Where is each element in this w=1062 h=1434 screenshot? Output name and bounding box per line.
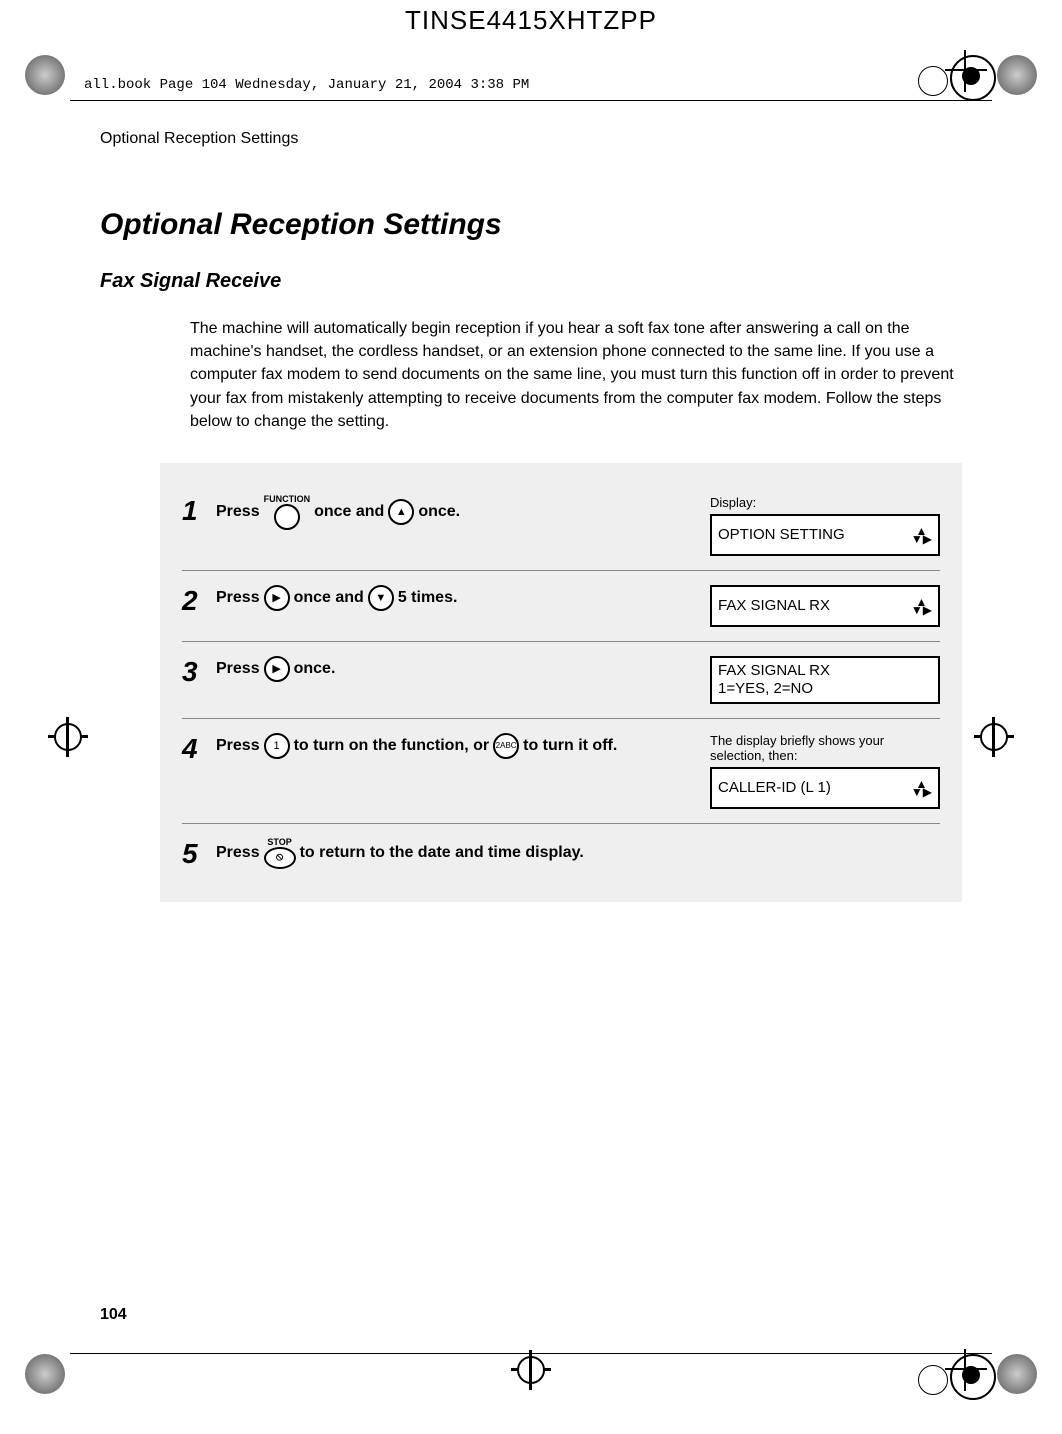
step-text: once. — [418, 503, 460, 521]
step-text: once and — [314, 503, 384, 521]
step-row: 4 Press 1 to turn on the function, or 2A… — [182, 719, 940, 824]
step-number: 4 — [182, 733, 216, 765]
registration-bullseye-icon — [950, 55, 992, 97]
step-body: Press ▶ once and ▼ 5 times. — [216, 585, 710, 611]
registration-marks-top — [0, 45, 1062, 105]
function-circle-icon — [274, 504, 300, 530]
step-row: 1 Press FUNCTION once and ▲ once. Displa… — [182, 481, 940, 571]
registration-pair-right — [918, 1354, 992, 1396]
stop-button-icon: STOP ⦸ — [264, 838, 296, 869]
step-body: Press FUNCTION once and ▲ once. — [216, 495, 710, 530]
right-arrow-icon: ▶ — [264, 656, 290, 682]
registration-dot-icon — [997, 55, 1037, 95]
stop-ellipse-icon: ⦸ — [264, 847, 296, 869]
step-text: to return to the date and time display. — [300, 844, 584, 862]
lcd-display: CALLER-ID (L 1) ▲▼▶ — [710, 767, 940, 809]
registration-dot-icon — [25, 1354, 65, 1394]
registration-cross-icon — [950, 1354, 982, 1386]
step-text: Press — [216, 589, 260, 607]
step-text: Press — [216, 844, 260, 862]
step-number: 3 — [182, 656, 216, 688]
display-label: Display: — [710, 495, 940, 510]
registration-dot-icon — [997, 1354, 1037, 1394]
step-text: Press — [216, 503, 260, 521]
book-meta-note: all.book Page 104 Wednesday, January 21,… — [84, 77, 529, 93]
step-text: to turn on the function, or — [294, 737, 490, 755]
page-number: 104 — [100, 1306, 127, 1324]
keypad-1-icon: 1 — [264, 733, 290, 759]
step-row: 5 Press STOP ⦸ to return to the date and… — [182, 824, 940, 884]
step-display-column: FAX SIGNAL RX1=YES, 2=NO — [710, 656, 940, 704]
down-arrow-icon: ▼ — [368, 585, 394, 611]
step-body: Press 1 to turn on the function, or 2ABC… — [216, 733, 710, 759]
lcd-display: FAX SIGNAL RX ▲▼▶ — [710, 585, 940, 627]
top-crop-line — [70, 100, 992, 101]
nav-arrows-icon: ▲▼▶ — [911, 780, 932, 797]
step-body: Press ▶ once. — [216, 656, 710, 682]
lcd-text: OPTION SETTING — [718, 526, 845, 544]
lcd-display: FAX SIGNAL RX1=YES, 2=NO — [710, 656, 940, 704]
step-display-column: Display: OPTION SETTING ▲▼▶ — [710, 495, 940, 556]
lcd-text: FAX SIGNAL RX — [718, 597, 830, 615]
lcd-text: FAX SIGNAL RX1=YES, 2=NO — [718, 662, 830, 698]
nav-arrows-icon: ▲▼▶ — [911, 598, 932, 615]
step-text: once and — [294, 589, 364, 607]
step-row: 2 Press ▶ once and ▼ 5 times. FAX SIGNAL… — [182, 571, 940, 642]
step-text: 5 times. — [398, 589, 458, 607]
registration-target-icon — [918, 66, 946, 94]
registration-pair-right — [918, 55, 992, 97]
heading-2: Fax Signal Receive — [100, 270, 962, 293]
lcd-text: CALLER-ID (L 1) — [718, 779, 831, 797]
step-text: to turn it off. — [523, 737, 617, 755]
function-button-icon: FUNCTION — [264, 495, 311, 530]
crosshair-left-icon — [48, 717, 88, 757]
stop-label: STOP — [267, 838, 291, 847]
step-row: 3 Press ▶ once. FAX SIGNAL RX1=YES, 2=NO — [182, 642, 940, 719]
lcd-display: OPTION SETTING ▲▼▶ — [710, 514, 940, 556]
registration-target-icon — [918, 1365, 946, 1393]
heading-1: Optional Reception Settings — [100, 208, 962, 242]
step-display-column: FAX SIGNAL RX ▲▼▶ — [710, 585, 940, 627]
body-paragraph: The machine will automatically begin rec… — [190, 317, 962, 433]
page-content: Optional Reception Settings Optional Rec… — [100, 130, 962, 902]
step-text: Press — [216, 737, 260, 755]
breadcrumb: Optional Reception Settings — [100, 130, 962, 148]
registration-bullseye-icon — [950, 1354, 992, 1396]
document-header-code: TINSE4415XHTZPP — [0, 0, 1062, 36]
function-label: FUNCTION — [264, 495, 311, 504]
display-note: The display briefly shows your selection… — [710, 733, 940, 763]
nav-arrows-icon: ▲▼▶ — [911, 527, 932, 544]
up-arrow-icon: ▲ — [388, 499, 414, 525]
step-number: 2 — [182, 585, 216, 617]
steps-box: 1 Press FUNCTION once and ▲ once. Displa… — [160, 463, 962, 902]
keypad-2abc-icon: 2ABC — [493, 733, 519, 759]
right-arrow-icon: ▶ — [264, 585, 290, 611]
step-number: 1 — [182, 495, 216, 527]
step-text: Press — [216, 660, 260, 678]
step-body: Press STOP ⦸ to return to the date and t… — [216, 838, 940, 869]
registration-dot-icon — [25, 55, 65, 95]
registration-cross-icon — [950, 55, 982, 87]
step-number: 5 — [182, 838, 216, 870]
registration-marks-bottom — [0, 1344, 1062, 1404]
crosshair-right-icon — [974, 717, 1014, 757]
step-display-column: The display briefly shows your selection… — [710, 733, 940, 809]
step-text: once. — [294, 660, 336, 678]
